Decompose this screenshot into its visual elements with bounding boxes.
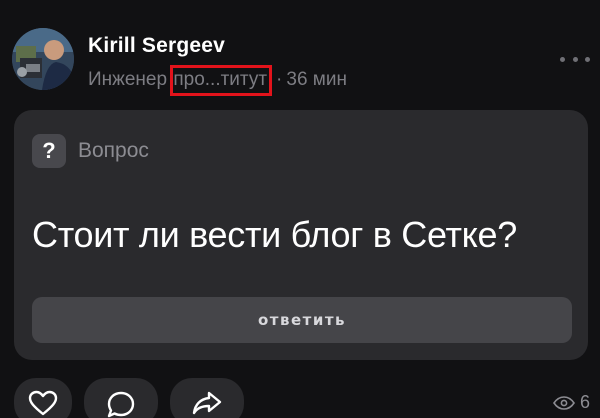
heart-icon [28, 390, 58, 416]
dot-icon [572, 56, 578, 62]
post: Kirill Sergeev Инженер про...титут · 36 ми… [0, 0, 600, 418]
author-role-highlight: про...титут [170, 65, 273, 96]
post-actions: 6 [14, 378, 590, 418]
more-options-button[interactable] [560, 52, 590, 66]
comment-icon [107, 391, 135, 418]
question-card: ? Вопрос Стоит ли вести блог в Сетке? от… [14, 110, 588, 360]
comment-button[interactable] [84, 378, 158, 418]
like-button[interactable] [14, 378, 72, 418]
author-name[interactable]: Kirill Sergeev [88, 34, 225, 58]
share-icon [192, 391, 222, 415]
dot-icon [560, 56, 565, 62]
avatar-image [12, 28, 74, 90]
post-header: Kirill Sergeev Инженер про...титут · 36 ми… [12, 28, 590, 96]
avatar[interactable] [12, 28, 74, 90]
dot-icon [585, 56, 590, 62]
share-button[interactable] [170, 378, 244, 418]
views-count: 6 [579, 392, 590, 412]
author-role-start: Инженер [88, 69, 173, 90]
eye-icon [553, 395, 575, 410]
question-mark-icon: ? [32, 134, 66, 168]
post-time: 36 мин [286, 69, 347, 90]
author-meta: Инженер про...титут · 36 мин [88, 65, 347, 96]
card-type: ? Вопрос [32, 134, 149, 168]
meta-separator: · [276, 69, 283, 90]
answer-button[interactable]: ответить [32, 297, 572, 343]
views-counter: 6 [553, 392, 590, 413]
card-type-label: Вопрос [78, 139, 149, 162]
question-text: Стоит ли вести блог в Сетке? [32, 214, 517, 255]
